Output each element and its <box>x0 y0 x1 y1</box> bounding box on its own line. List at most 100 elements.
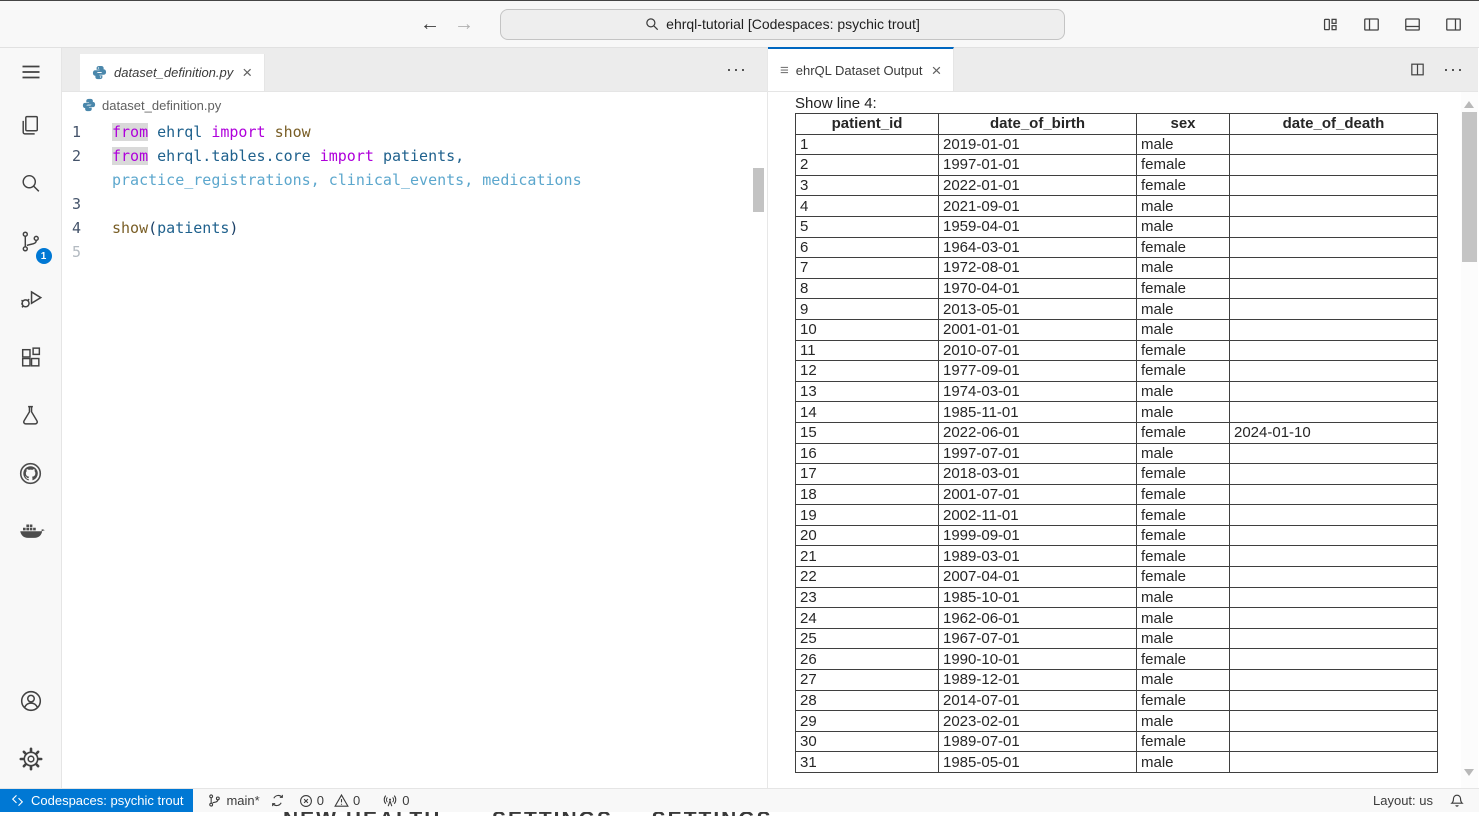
table-cell <box>1230 340 1438 361</box>
table-cell <box>1230 484 1438 505</box>
status-bar: Codespaces: psychic trout main* <box>0 788 1479 812</box>
git-branch-icon <box>207 793 222 808</box>
table-row: 112010-07-01female <box>796 340 1438 361</box>
sidebar-item-github[interactable] <box>0 444 62 502</box>
table-cell: 30 <box>796 731 939 752</box>
tab-close-icon[interactable]: × <box>929 62 943 79</box>
code-text: from ehrql.tables.core import patients, <box>112 144 464 168</box>
table-row: 231985-10-01male <box>796 587 1438 608</box>
search-icon <box>645 17 659 31</box>
table-cell: female <box>1137 567 1230 588</box>
breadcrumb[interactable]: dataset_definition.py <box>62 92 767 118</box>
table-cell: 11 <box>796 340 939 361</box>
back-button[interactable]: ← <box>420 14 440 34</box>
tab-bar-right: ≡ ehrQL Dataset Output × ··· <box>768 48 1478 92</box>
table-cell: 18 <box>796 484 939 505</box>
sidebar-item-search[interactable] <box>0 154 62 212</box>
table-row: 282014-07-01female <box>796 690 1438 711</box>
table-cell: male <box>1137 752 1230 773</box>
branch-indicator[interactable]: main* <box>207 793 284 808</box>
table-cell <box>1230 587 1438 608</box>
toggle-primary-sidebar-icon[interactable] <box>1359 12 1383 36</box>
sidebar-item-source-control[interactable]: 1 <box>0 212 62 270</box>
code-line[interactable]: practice_registrations, clinical_events,… <box>62 168 767 192</box>
line-number: 3 <box>62 192 112 216</box>
keyboard-layout-indicator[interactable]: Layout: us <box>1373 793 1433 808</box>
table-cell: 6 <box>796 237 939 258</box>
table-row: 81970-04-01female <box>796 278 1438 299</box>
table-cell: 1974-03-01 <box>939 381 1137 402</box>
code-line[interactable]: 4show(patients) <box>62 216 767 240</box>
code-line[interactable]: 1from ehrql import show <box>62 120 767 144</box>
tab-label: ehrQL Dataset Output <box>796 63 923 78</box>
code-editor[interactable]: 1from ehrql import show2from ehrql.table… <box>62 118 767 264</box>
tab-ehrql-dataset-output[interactable]: ≡ ehrQL Dataset Output × <box>768 47 954 91</box>
code-line[interactable]: 5 <box>62 240 767 264</box>
sidebar-item-explorer[interactable] <box>0 96 62 154</box>
table-cell: 3 <box>796 175 939 196</box>
table-cell: female <box>1137 546 1230 567</box>
table-cell: 5 <box>796 216 939 237</box>
table-row: 182001-07-01female <box>796 484 1438 505</box>
table-cell: male <box>1137 319 1230 340</box>
settings-button[interactable] <box>0 730 62 788</box>
sidebar-item-docker[interactable] <box>0 502 62 560</box>
notifications-bell-icon[interactable] <box>1449 793 1465 809</box>
command-center[interactable]: ehrql-tutorial [Codespaces: psychic trou… <box>500 9 1065 40</box>
sidebar-item-run-debug[interactable] <box>0 270 62 328</box>
table-cell <box>1230 134 1438 155</box>
sidebar-item-testing[interactable] <box>0 386 62 444</box>
table-cell: 10 <box>796 319 939 340</box>
layout-controls <box>1318 1 1465 47</box>
ports-indicator[interactable]: 0 <box>382 793 409 808</box>
ports-count: 0 <box>402 793 409 808</box>
workbench: 1 <box>0 48 1479 788</box>
table-cell <box>1230 608 1438 629</box>
editor-scrollbar[interactable] <box>753 168 764 212</box>
table-row: 131974-03-01male <box>796 381 1438 402</box>
nav-arrows: ← → ehrql-tutorial [Codespaces: psychic … <box>420 1 1065 47</box>
output-webview: Show line 4: patient_iddate_of_birthsexd… <box>768 92 1478 788</box>
toggle-secondary-sidebar-icon[interactable] <box>1441 12 1465 36</box>
code-line[interactable]: 3 <box>62 192 767 216</box>
table-cell: 15 <box>796 422 939 443</box>
remote-indicator[interactable]: Codespaces: psychic trout <box>0 789 193 812</box>
table-row: 311985-05-01male <box>796 752 1438 773</box>
output-status-line: Show line 4: <box>795 96 1478 113</box>
table-cell: male <box>1137 196 1230 217</box>
table-cell: female <box>1137 361 1230 382</box>
webview-scrollbar[interactable] <box>1461 92 1478 788</box>
code-line[interactable]: 2from ehrql.tables.core import patients, <box>62 144 767 168</box>
editor-group-left: dataset_definition.py × ··· dataset_defi… <box>62 48 768 788</box>
docker-icon <box>16 516 46 546</box>
split-editor-icon[interactable] <box>1405 58 1429 82</box>
table-cell: 1970-04-01 <box>939 278 1137 299</box>
table-row: 271989-12-01male <box>796 670 1438 691</box>
table-cell <box>1230 752 1438 773</box>
customize-layout-icon[interactable] <box>1318 12 1342 36</box>
sidebar-item-extensions[interactable] <box>0 328 62 386</box>
scroll-up-icon[interactable] <box>1464 101 1474 108</box>
table-row: 141985-11-01male <box>796 402 1438 423</box>
menu-button[interactable] <box>0 48 62 96</box>
toggle-panel-icon[interactable] <box>1400 12 1424 36</box>
problems-indicator[interactable]: 0 0 <box>299 793 360 808</box>
tab-close-icon[interactable]: × <box>240 64 254 81</box>
table-cell: 2023-02-01 <box>939 711 1137 732</box>
tab-dataset-definition[interactable]: dataset_definition.py × <box>80 54 265 91</box>
table-cell <box>1230 546 1438 567</box>
table-row: 172018-03-01female <box>796 464 1438 485</box>
panel-more-actions[interactable]: ··· <box>1443 59 1464 80</box>
forward-button[interactable]: → <box>454 14 474 34</box>
table-cell: 20 <box>796 525 939 546</box>
accounts-button[interactable] <box>0 672 62 730</box>
error-count: 0 <box>317 793 324 808</box>
extensions-icon <box>18 345 43 370</box>
sync-icon[interactable] <box>270 793 285 808</box>
table-cell: 28 <box>796 690 939 711</box>
table-cell: 2018-03-01 <box>939 464 1137 485</box>
scroll-down-icon[interactable] <box>1464 769 1474 776</box>
editor-more-actions[interactable]: ··· <box>726 59 747 80</box>
scrollbar-thumb[interactable] <box>1462 112 1477 262</box>
table-cell <box>1230 711 1438 732</box>
